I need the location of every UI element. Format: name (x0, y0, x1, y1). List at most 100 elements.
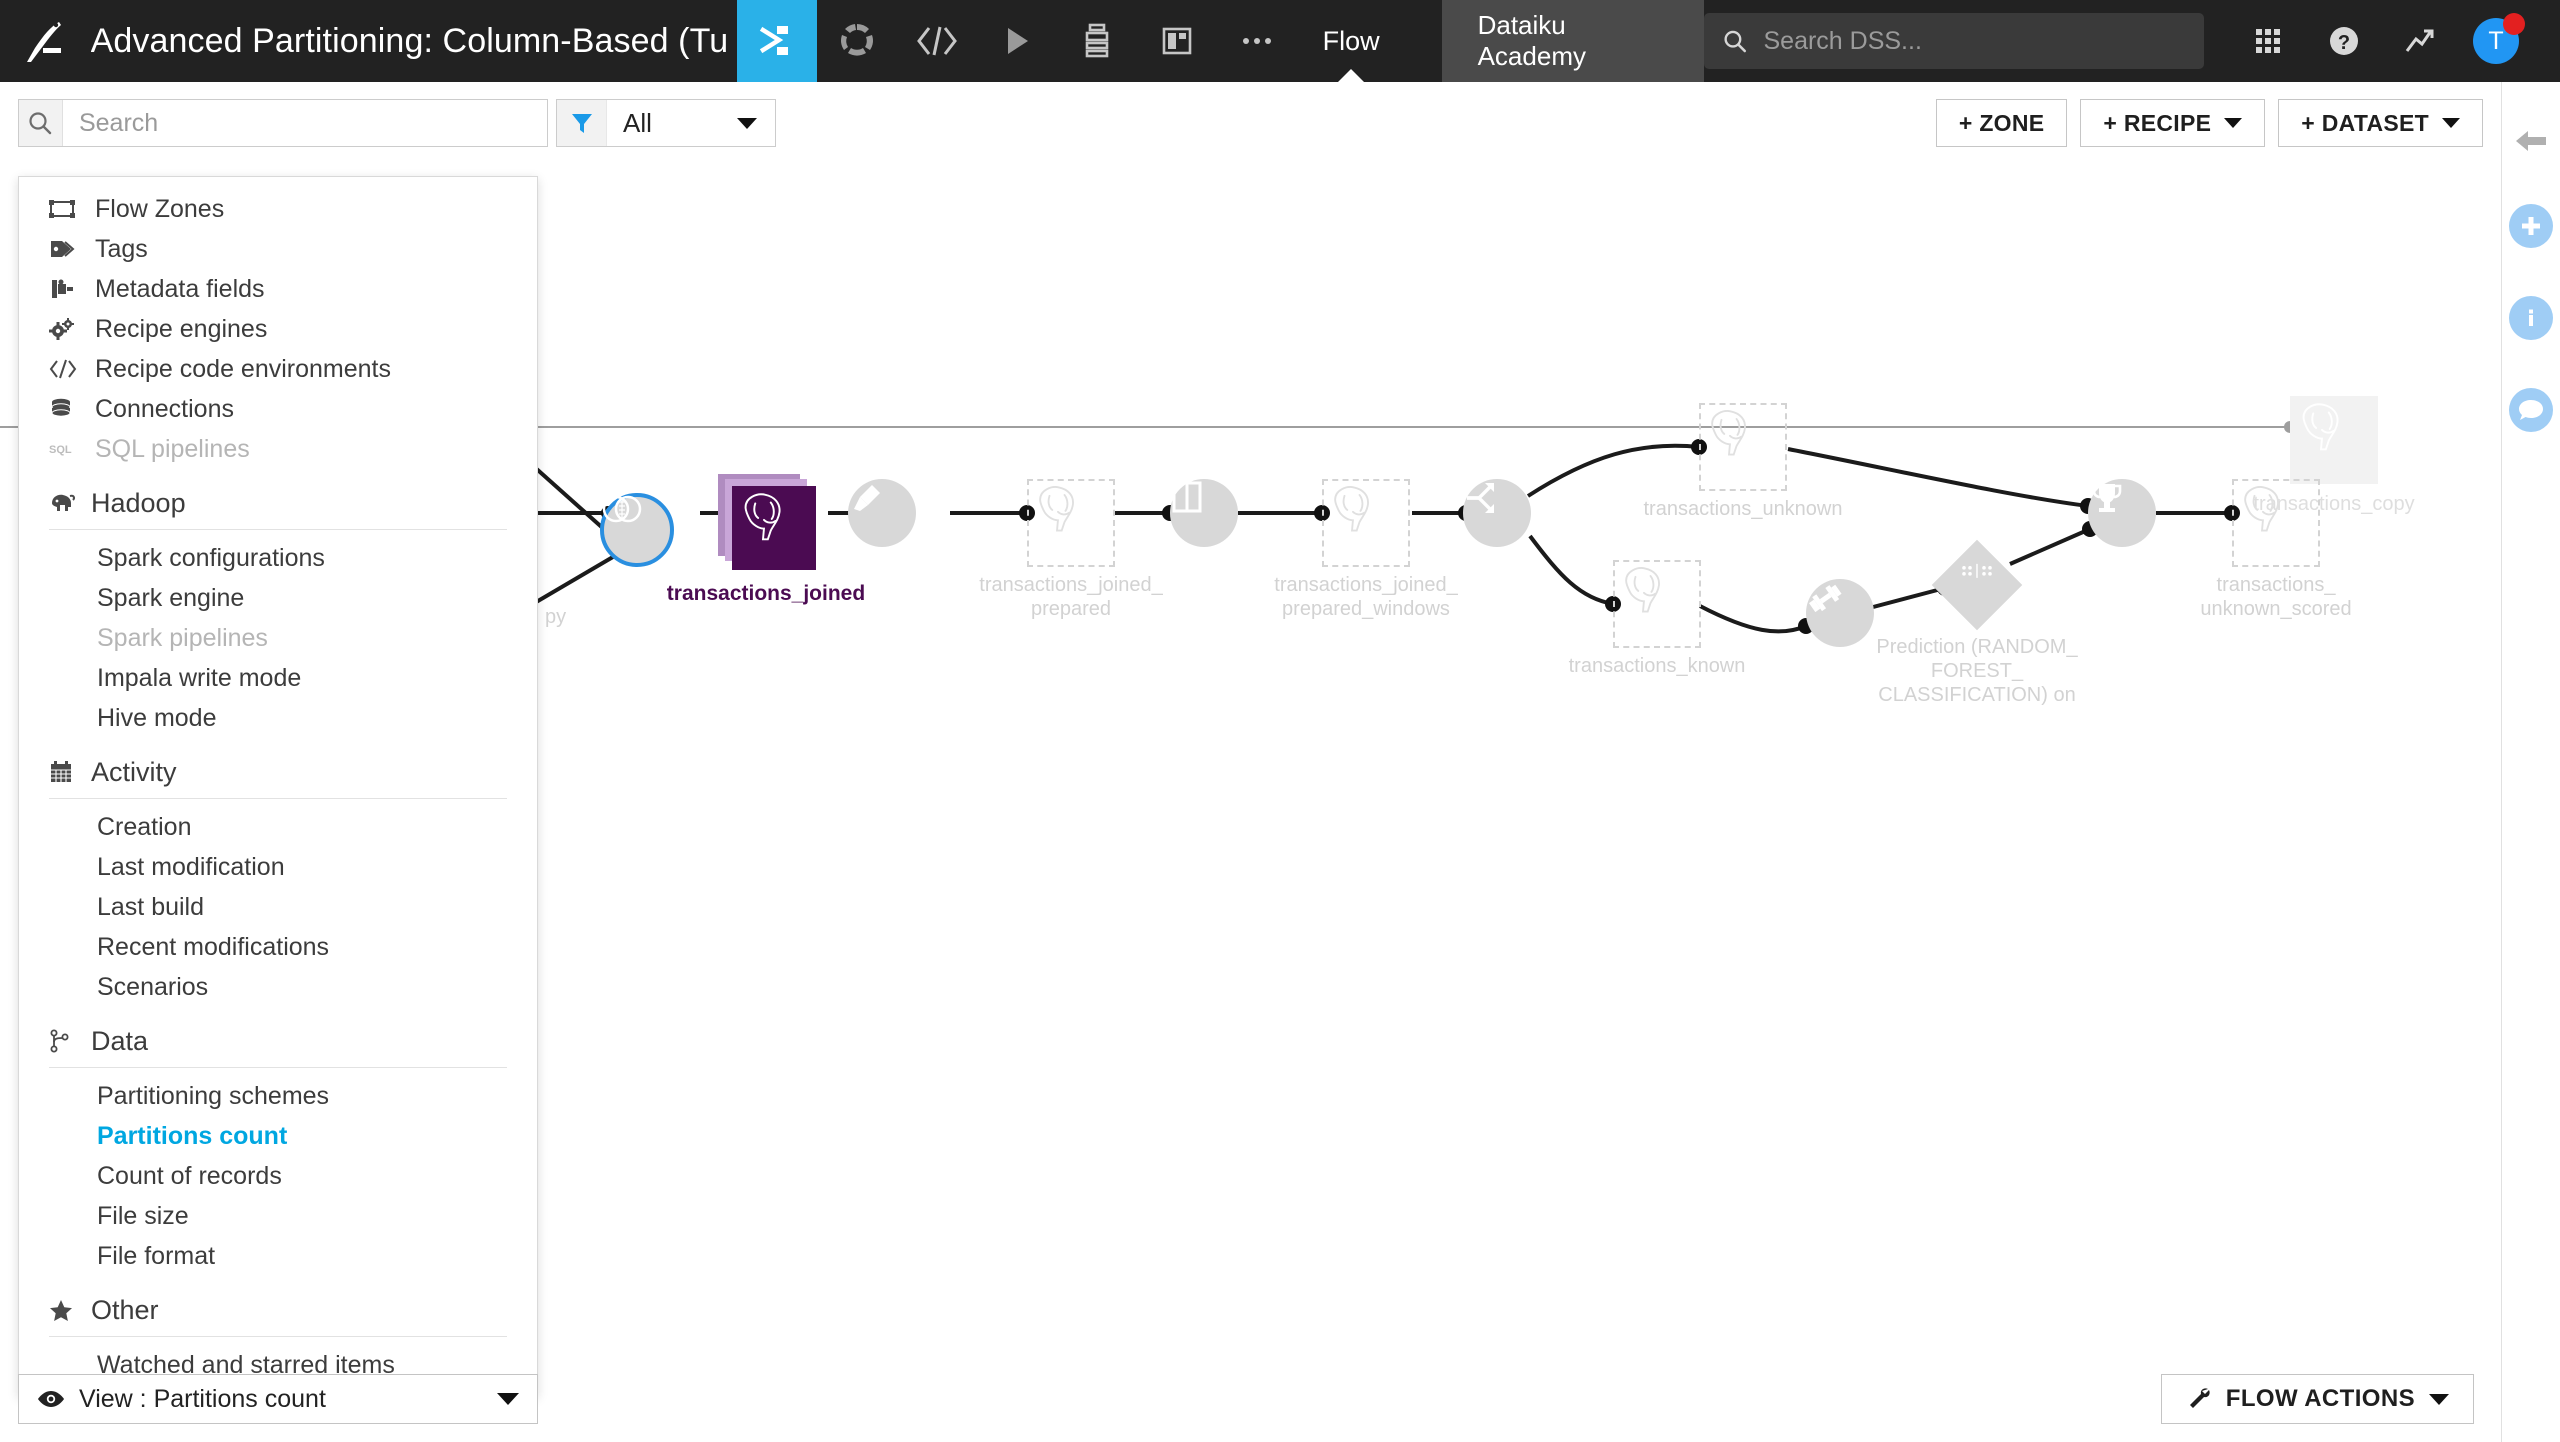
menu-sub-partitions-count[interactable]: Partitions count (19, 1116, 537, 1156)
add-zone-button[interactable]: + ZONE (1935, 99, 2068, 147)
node-join-recipe[interactable] (600, 493, 674, 567)
activity-button[interactable] (2382, 0, 2458, 82)
nav-more-icon-button[interactable] (1217, 0, 1297, 82)
view-select-dropdown[interactable]: View : Partitions count (18, 1374, 538, 1424)
node-label: transactions_ unknown_scored (2200, 574, 2352, 620)
nav-code-icon-button[interactable] (897, 0, 977, 82)
dataset-tile (1027, 479, 1115, 567)
menu-label: Flow Zones (95, 194, 225, 223)
menu-label: File format (97, 1241, 216, 1270)
window-icon (1172, 481, 1202, 513)
chevron-down-icon (497, 1393, 519, 1405)
stack-icon (1085, 23, 1108, 58)
help-button[interactable]: ? (2306, 0, 2382, 82)
node-window-recipe[interactable] (1170, 479, 1238, 547)
dataset-tile (1613, 560, 1701, 648)
menu-item-flow-zones[interactable]: Flow Zones (19, 189, 537, 229)
recipe-circle (1170, 479, 1238, 547)
add-dataset-button[interactable]: + DATASET (2278, 99, 2483, 147)
search-icon-box (19, 100, 63, 146)
menu-sub-spark-engine[interactable]: Spark engine (19, 578, 537, 618)
menu-label: Partitions count (97, 1121, 288, 1150)
flow-search-input[interactable] (62, 108, 547, 138)
menu-sub-scenarios[interactable]: Scenarios (19, 967, 537, 1007)
academy-chip[interactable]: Dataiku Academy (1441, 0, 1704, 82)
menu-sub-spark-configurations[interactable]: Spark configurations (19, 538, 537, 578)
flow-search[interactable] (18, 99, 548, 147)
menu-sub-last-build[interactable]: Last build (19, 887, 537, 927)
menu-label: Spark engine (97, 583, 245, 612)
menu-item-recipe-engines[interactable]: Recipe engines (19, 309, 537, 349)
toolbar-action-buttons: + ZONE + RECIPE + DATASET (1935, 99, 2483, 147)
info-icon (2529, 309, 2533, 326)
menu-sub-recent-modifications[interactable]: Recent modifications (19, 927, 537, 967)
flow-filter-select[interactable]: All (556, 99, 776, 147)
menu-item-recipe-code-environments[interactable]: Recipe code environments (19, 349, 537, 389)
add-recipe-button[interactable]: + RECIPE (2080, 99, 2266, 147)
gears-icon (49, 317, 85, 341)
dataiku-logo[interactable] (0, 0, 87, 82)
node-transactions-joined[interactable]: transactions_joined (667, 474, 865, 605)
details-panel-button[interactable] (2509, 296, 2553, 340)
node-transactions-known[interactable]: transactions_known (1569, 560, 1745, 677)
nav-lab-icon-button[interactable] (1057, 0, 1137, 82)
menu-item-tags[interactable]: Tags (19, 229, 537, 269)
add-item-button[interactable] (2509, 204, 2553, 248)
menu-item-connections[interactable]: Connections (19, 389, 537, 429)
menu-sub-partitioning-schemes[interactable]: Partitioning schemes (19, 1076, 537, 1116)
filter-value: All (623, 107, 652, 138)
apps-grid-icon (2256, 29, 2280, 53)
node-label: Prediction (RANDOM_ FOREST_ CLASSIFICATI… (1876, 636, 2078, 706)
postgresql-elephant-icon (1711, 410, 1746, 456)
dashboard-icon (1162, 27, 1191, 55)
node-transactions-copy[interactable]: transactions_copy (2253, 396, 2415, 515)
node-transactions-joined-prepared[interactable]: transactions_joined_ prepared (979, 479, 1163, 620)
node-prepare-recipe[interactable] (848, 479, 916, 547)
view-options-dropdown-menu[interactable]: Flow Zones Tags Metadata fields Recipe e… (18, 176, 538, 1396)
menu-section-hadoop: Hadoop (19, 479, 537, 527)
apps-button[interactable] (2230, 0, 2306, 82)
menu-section-data: Data (19, 1017, 537, 1065)
menu-sub-count-of-records[interactable]: Count of records (19, 1156, 537, 1196)
node-split-recipe[interactable] (1463, 479, 1531, 547)
menu-label: Creation (97, 812, 192, 841)
node-transactions-unknown-scored[interactable]: transactions_ unknown_scored (2200, 479, 2352, 620)
project-title[interactable]: Advanced Partitioning: Column-Based (Tut… (91, 22, 727, 61)
menu-sub-last-modification[interactable]: Last modification (19, 847, 537, 887)
nav-dashboards-icon-button[interactable] (1137, 0, 1217, 82)
flow-actions-label: FLOW ACTIONS (2225, 1385, 2415, 1412)
menu-sub-file-format[interactable]: File format (19, 1236, 537, 1276)
user-avatar-button[interactable]: T (2458, 0, 2534, 82)
global-search-input[interactable] (1763, 26, 2186, 56)
current-section-text: Flow (1322, 25, 1380, 56)
nav-jobs-icon-button[interactable] (817, 0, 897, 82)
nav-flow-icon-button[interactable] (736, 0, 817, 82)
menu-sub-impala-write-mode[interactable]: Impala write mode (19, 658, 537, 698)
menu-sub-hive-mode[interactable]: Hive mode (19, 698, 537, 738)
postgresql-elephant-icon (2302, 403, 2339, 451)
menu-sub-file-size[interactable]: File size (19, 1196, 537, 1236)
arrow-left-icon (2516, 131, 2546, 151)
node-label: transactions_unknown (1643, 498, 1843, 520)
node-prediction-model[interactable]: Prediction (RANDOM_ FOREST_ CLASSIFICATI… (1876, 539, 2078, 706)
dataset-tile (1699, 403, 1787, 491)
menu-item-metadata-fields[interactable]: Metadata fields (19, 269, 537, 309)
node-transactions-joined-prepared-windows[interactable]: transactions_joined_ prepared_windows (1274, 479, 1458, 620)
collapse-panel-button[interactable] (2512, 126, 2550, 156)
flow-actions-button[interactable]: FLOW ACTIONS (2160, 1374, 2474, 1424)
section-title: Activity (91, 756, 177, 787)
add-recipe-label: + RECIPE (2103, 109, 2212, 136)
menu-sub-creation[interactable]: Creation (19, 807, 537, 847)
broom-icon (854, 485, 880, 511)
discussions-panel-button[interactable] (2509, 388, 2553, 432)
menu-item-sql-pipelines[interactable]: SQL SQL pipelines (19, 429, 537, 469)
node-score-recipe[interactable] (2088, 479, 2156, 547)
global-search[interactable] (1704, 13, 2204, 69)
current-section-label[interactable]: Flow (1297, 0, 1406, 82)
menu-label: Recent modifications (97, 932, 330, 961)
node-transactions-unknown[interactable]: transactions_unknown (1643, 403, 1843, 520)
nav-automation-icon-button[interactable] (977, 0, 1057, 82)
menu-sub-spark-pipelines[interactable]: Spark pipelines (19, 618, 537, 658)
postgresql-elephant-icon (1039, 486, 1074, 532)
recipe-circle (848, 479, 916, 547)
